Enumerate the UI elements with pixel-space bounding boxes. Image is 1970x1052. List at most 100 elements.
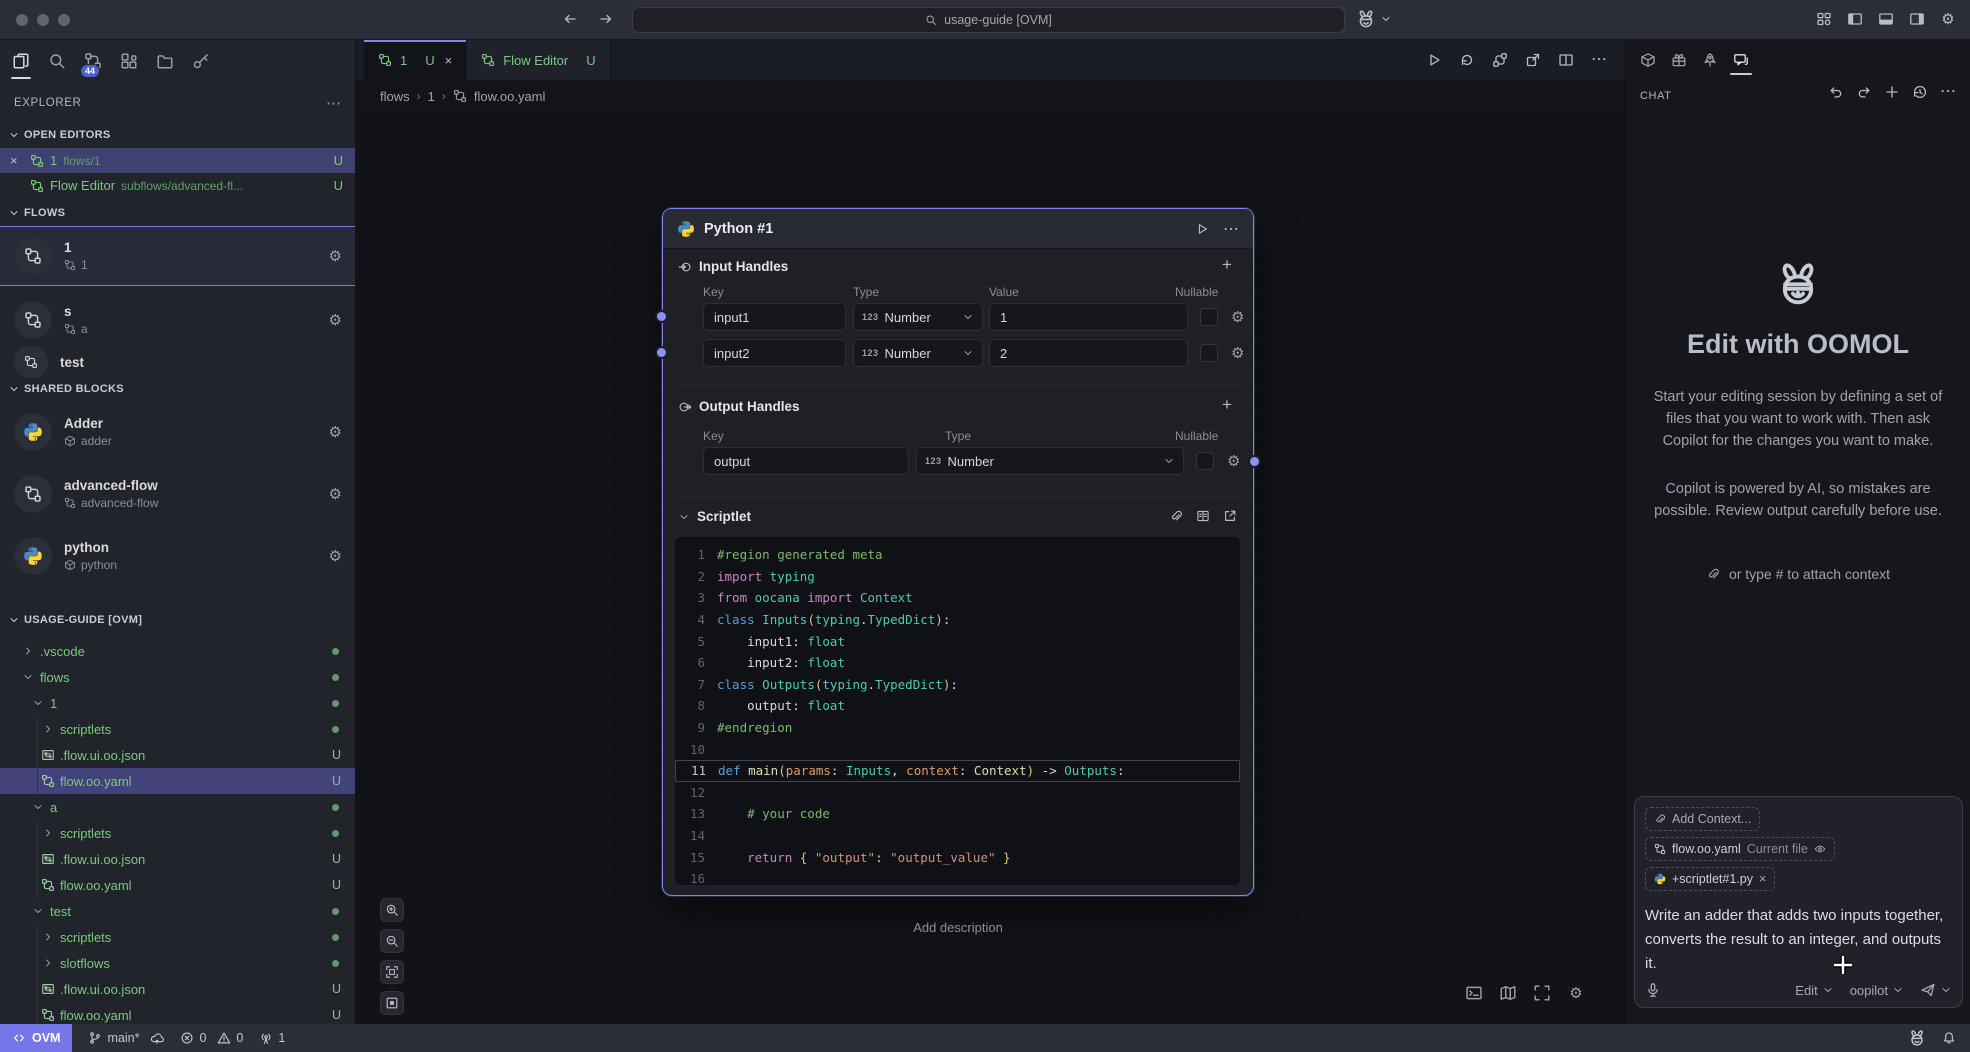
flow-icon[interactable]	[64, 323, 76, 335]
scriptlet-chip[interactable]: +scriptlet#1.py ×	[1645, 867, 1775, 891]
more-icon[interactable]: ⋯	[1591, 52, 1607, 68]
more-icon[interactable]: ⋯	[1940, 84, 1956, 100]
play-icon[interactable]	[1426, 52, 1442, 68]
tree-item-.flow.ui.oo.json[interactable]: .flow.ui.oo.jsonU	[0, 742, 355, 768]
list-item-Adder[interactable]: Adderadder⚙	[0, 402, 356, 462]
flow-icon[interactable]	[481, 53, 495, 67]
plus-icon[interactable]	[1884, 84, 1900, 100]
problems-status[interactable]: 0 0	[180, 1031, 243, 1045]
close-icon[interactable]: ×	[445, 53, 453, 68]
list-item-python[interactable]: pythonpython⚙	[0, 526, 356, 586]
panel-tab-package-icon[interactable]	[1634, 40, 1662, 80]
nullable-checkbox[interactable]	[1200, 308, 1218, 326]
breadcrumb[interactable]: flows › 1 › flow.oo.yaml	[356, 80, 1625, 112]
model-dropdown[interactable]: oopilot	[1850, 983, 1904, 998]
eye-icon[interactable]	[1814, 843, 1826, 855]
flow-icon[interactable]	[30, 154, 44, 168]
breadcrumb-item[interactable]: 1	[428, 89, 435, 104]
output-port-dot[interactable]	[1248, 455, 1261, 468]
open-editor-item[interactable]: Flow Editorsubflows/advanced-fl...U	[0, 173, 355, 198]
flow-icon[interactable]	[24, 247, 42, 265]
handle-key-input[interactable]: input1	[703, 303, 846, 331]
send-button[interactable]	[1920, 982, 1952, 998]
code-line-8[interactable]: 8 output: float	[675, 695, 1240, 717]
mic-icon[interactable]	[1645, 982, 1661, 998]
shared-blocks-header[interactable]: SHARED BLOCKS	[0, 378, 355, 400]
zoom-out-icon[interactable]	[385, 934, 399, 948]
node-more-icon[interactable]: ⋯	[1223, 219, 1239, 239]
panel-tab-chat-icon[interactable]	[1727, 40, 1755, 80]
tree-item-slotflows[interactable]: slotflows	[0, 950, 355, 976]
chat-prompt-text[interactable]: Write an adder that adds two inputs toge…	[1645, 904, 1952, 976]
breadcrumb-item[interactable]: flow.oo.yaml	[474, 89, 546, 104]
open-editor-item[interactable]: ×1flows/1U	[0, 148, 355, 173]
list-item-test[interactable]: test	[0, 346, 356, 378]
fit-view-button[interactable]	[380, 960, 404, 984]
flow-icon[interactable]	[24, 355, 38, 369]
code-line-5[interactable]: 5 input1: float	[675, 630, 1240, 652]
handle-type-select[interactable]: 123Number	[853, 339, 983, 367]
code-line-13[interactable]: 13 # your code	[675, 803, 1240, 825]
tree-item-scriptlets[interactable]: scriptlets	[0, 716, 355, 742]
code-line-16[interactable]: 16	[675, 868, 1240, 885]
flow-canvas[interactable]: Python #1 ⋯ Input Handles + Key Type Val…	[356, 112, 1625, 1024]
tree-item-.flow.ui.oo.json[interactable]: .flow.ui.oo.jsonU	[0, 846, 355, 872]
open-editors-header[interactable]: OPEN EDITORS	[0, 124, 355, 146]
code-line-7[interactable]: 7class Outputs(typing.TypedDict):	[675, 674, 1240, 696]
code-line-1[interactable]: 1#region generated meta	[675, 544, 1240, 566]
flow-icon[interactable]	[24, 311, 42, 329]
panel-bottom-icon[interactable]	[1878, 11, 1894, 27]
console-icon[interactable]	[1465, 984, 1483, 1002]
input-port-dot[interactable]	[655, 310, 668, 323]
zoom-in-icon[interactable]	[385, 903, 399, 917]
scriptlet-label[interactable]: Scriptlet	[678, 509, 751, 524]
convert-flow-icon[interactable]	[1492, 52, 1508, 68]
flow-icon[interactable]	[30, 179, 44, 193]
tree-item-flows[interactable]: flows	[0, 664, 355, 690]
panel-left-icon[interactable]	[1847, 11, 1863, 27]
run-node-icon[interactable]	[1195, 222, 1209, 236]
key-icon[interactable]	[192, 52, 210, 70]
close-icon[interactable]: ×	[10, 153, 24, 168]
git-branch-status[interactable]: main*	[88, 1031, 164, 1045]
nullable-checkbox[interactable]	[1200, 344, 1218, 362]
frame-button[interactable]	[380, 991, 404, 1015]
chat-icon[interactable]	[1733, 52, 1749, 68]
settings-gear-icon[interactable]: ⚙	[1567, 984, 1585, 1002]
handle-type-select[interactable]: 123Number	[853, 303, 983, 331]
panel-tab-gift-icon[interactable]	[1665, 40, 1693, 80]
tree-item-test[interactable]: test	[0, 898, 355, 924]
nav-back-icon[interactable]	[562, 11, 578, 27]
rabbit-icon[interactable]	[1908, 1029, 1926, 1047]
code-line-12[interactable]: 12	[675, 782, 1240, 804]
code-line-14[interactable]: 14	[675, 825, 1240, 847]
node-header[interactable]: Python #1 ⋯	[663, 209, 1253, 249]
gear-icon[interactable]: ⚙	[1231, 310, 1244, 325]
activity-search-icon[interactable]	[46, 50, 68, 72]
rocket-icon[interactable]	[1702, 52, 1718, 68]
add-context-chip[interactable]: Add Context...	[1645, 807, 1760, 831]
tree-item-a[interactable]: a	[0, 794, 355, 820]
code-line-11[interactable]: 11def main(params: Inputs, context: Cont…	[675, 760, 1240, 782]
tree-item-.vscode[interactable]: .vscode	[0, 638, 355, 664]
editor-tab-Flow Editor[interactable]: Flow EditorU	[467, 40, 610, 80]
nullable-checkbox[interactable]	[1196, 452, 1214, 470]
activity-key-icon[interactable]	[190, 50, 212, 72]
add-description-button[interactable]: Add description	[662, 920, 1254, 935]
tree-item-1[interactable]: 1	[0, 690, 355, 716]
paperclip-icon[interactable]	[1169, 509, 1183, 523]
code-line-15[interactable]: 15 return { "output": "output_value" }	[675, 846, 1240, 868]
gear-icon[interactable]: ⚙	[1231, 346, 1244, 361]
fullscreen-icon[interactable]	[1533, 984, 1551, 1002]
current-file-chip[interactable]: flow.oo.yaml Current file	[1645, 837, 1835, 861]
mode-dropdown[interactable]: Edit	[1795, 983, 1833, 998]
flow-icon[interactable]	[64, 259, 76, 271]
handle-value-input[interactable]: 2	[989, 339, 1188, 367]
scriptlet-code-editor[interactable]: 1#region generated meta2import typing3fr…	[675, 537, 1240, 885]
gear-icon[interactable]: ⚙	[1227, 454, 1240, 469]
add-output-handle-button[interactable]: +	[1218, 395, 1236, 415]
tree-item-scriptlets[interactable]: scriptlets	[0, 924, 355, 950]
search-icon[interactable]	[48, 52, 66, 70]
package-icon[interactable]	[64, 435, 76, 447]
panel-tab-rocket-icon[interactable]	[1696, 40, 1724, 80]
